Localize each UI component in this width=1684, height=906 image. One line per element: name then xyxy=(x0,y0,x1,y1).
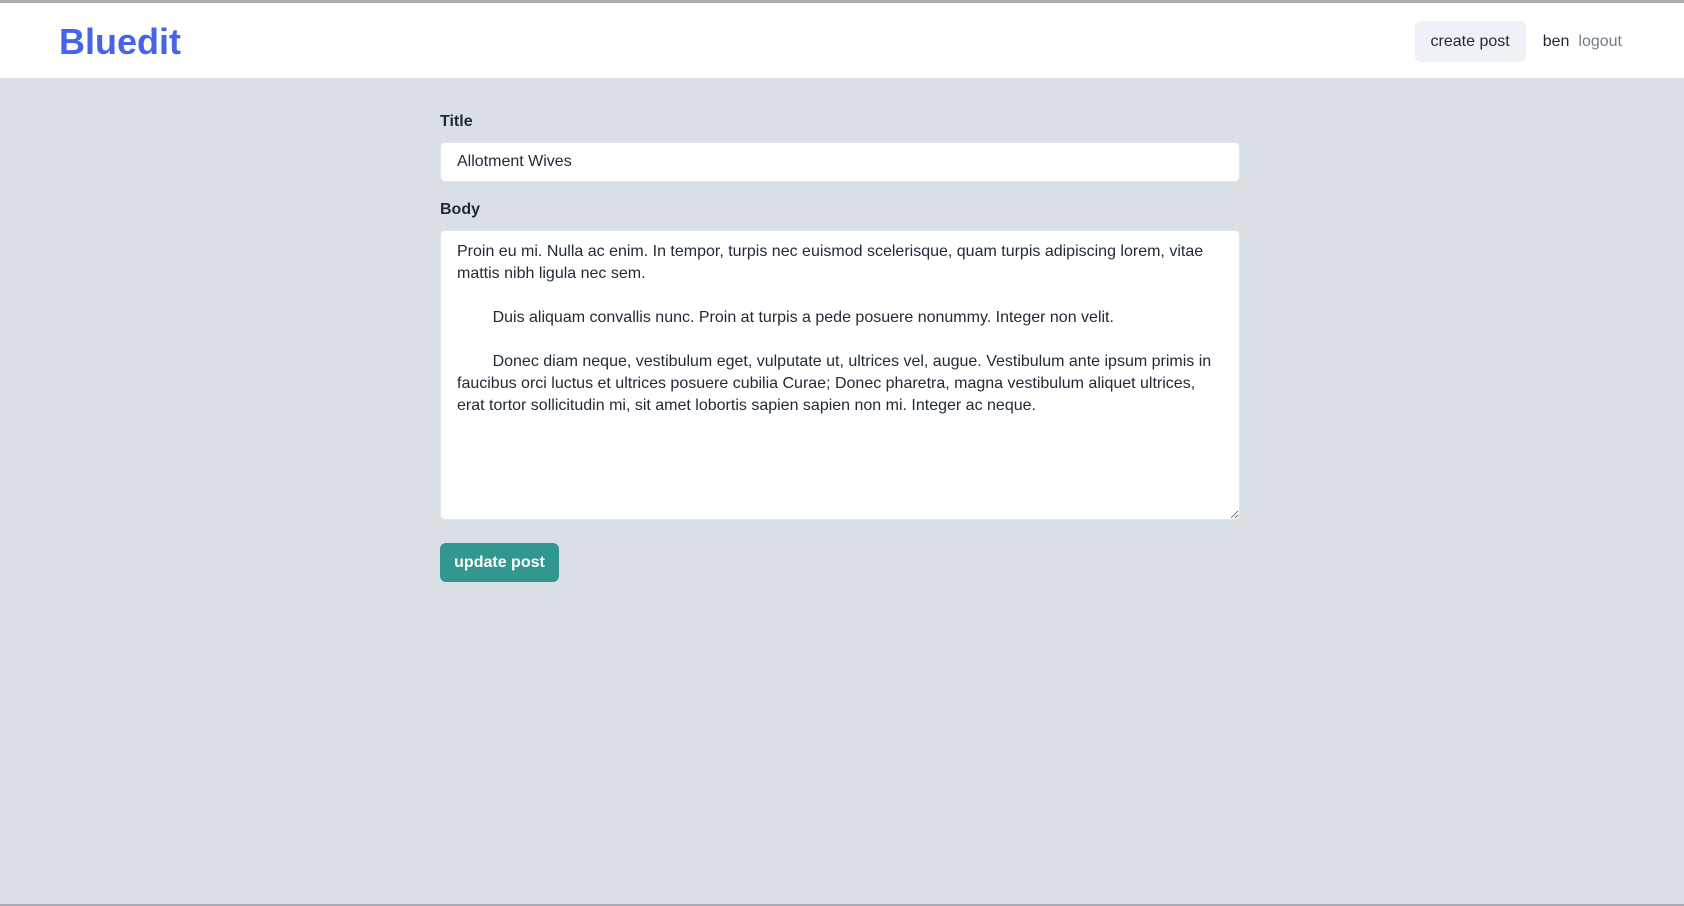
title-label: Title xyxy=(440,113,473,130)
title-input[interactable] xyxy=(440,142,1240,182)
nav-actions: create post ben logout xyxy=(1414,21,1622,62)
body-textarea[interactable]: Proin eu mi. Nulla ac enim. In tempor, t… xyxy=(440,230,1240,520)
username: ben xyxy=(1542,32,1570,50)
brand-logo[interactable]: Bluedit xyxy=(59,20,181,64)
body-label: Body xyxy=(440,201,480,218)
logout-link[interactable]: logout xyxy=(1578,33,1622,51)
update-post-button[interactable]: update post xyxy=(440,543,559,582)
navbar: Bluedit create post ben logout xyxy=(0,3,1684,78)
main-content: Title Body Proin eu mi. Nulla ac enim. I… xyxy=(0,78,1684,904)
create-post-button[interactable]: create post xyxy=(1414,21,1526,62)
